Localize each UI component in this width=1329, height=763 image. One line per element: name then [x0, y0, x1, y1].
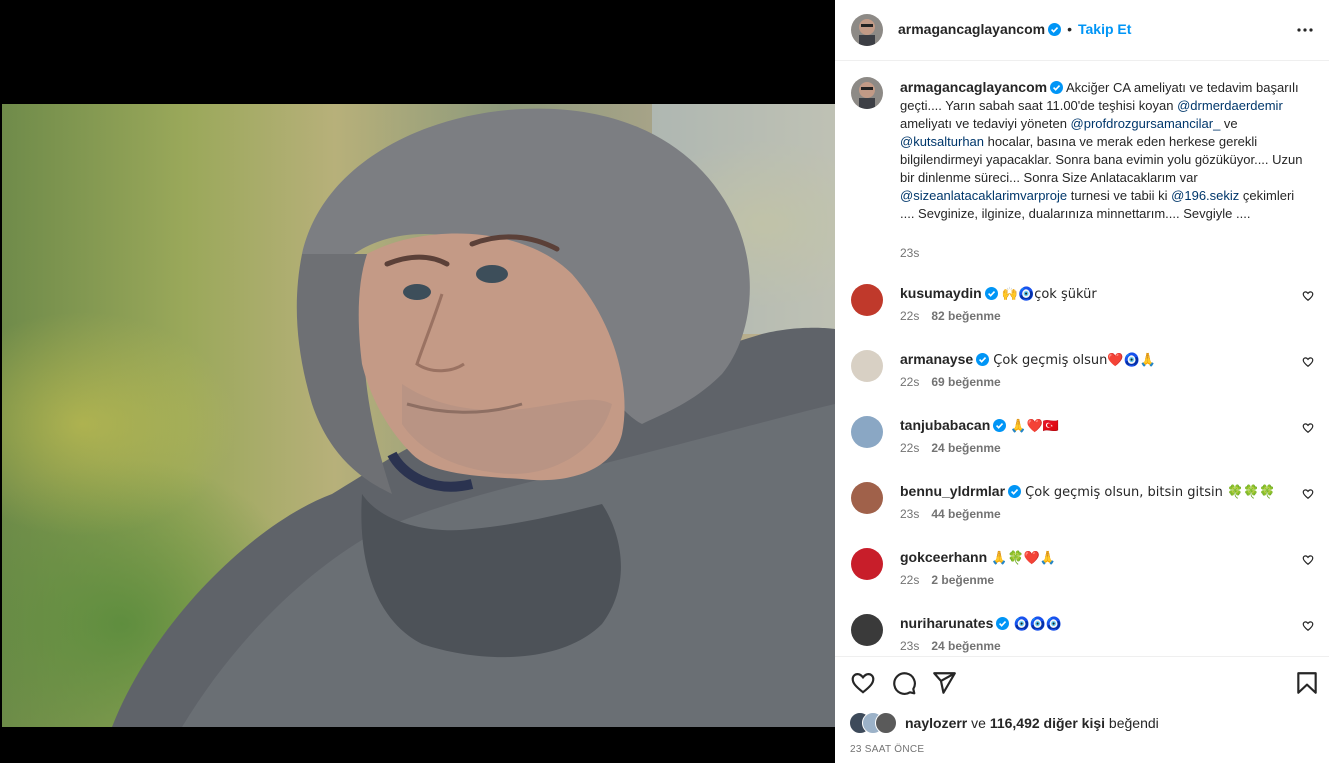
comment-text: 🙌🧿çok şükür	[997, 287, 1097, 302]
verified-badge-icon	[976, 353, 990, 366]
caption-mention-link[interactable]: @kutsalturhan	[900, 134, 984, 149]
comment-likes-count[interactable]: 24 beğenme	[931, 441, 1000, 455]
comment-like-heart-icon[interactable]	[1302, 620, 1314, 632]
verified-badge-icon	[984, 287, 998, 300]
commenter-username[interactable]: nuriharunates	[900, 615, 993, 631]
post-actions-bar	[835, 670, 1329, 698]
comment-likes-count[interactable]: 2 beğenme	[931, 573, 994, 587]
post-caption: armagancaglayancom Akciğer CA ameliyatı …	[900, 78, 1310, 223]
follow-button[interactable]: Takip Et	[1078, 21, 1131, 37]
comment-time[interactable]: 23s	[900, 639, 919, 653]
comment-icon[interactable]	[891, 670, 917, 696]
comment-like-heart-icon[interactable]	[1302, 422, 1314, 434]
post-time-ago[interactable]: 23 SAAT ÖNCE	[850, 744, 924, 755]
comment-text: Çok geçmiş olsun, bitsin gitsin 🍀🍀🍀	[1021, 485, 1276, 500]
instagram-post-modal: armagancaglayancom • Takip Et armagancagla…	[0, 0, 1329, 763]
likes-count[interactable]: 116,492 diğer kişi	[990, 715, 1105, 731]
comment-time[interactable]: 22s	[900, 309, 919, 323]
comment-time[interactable]: 22s	[900, 441, 919, 455]
commenter-username[interactable]: bennu_yldrmlar	[900, 483, 1005, 499]
caption-mention-link[interactable]: @drmerdaerdemir	[1177, 98, 1283, 113]
caption-author-username[interactable]: armagancaglayancom	[900, 79, 1047, 95]
comment-row: tanjubabacan 🙏❤️🇹🇷 22s 24 beğenme	[835, 416, 1329, 482]
verified-badge-icon	[1048, 23, 1062, 36]
actions-divider	[835, 656, 1329, 657]
post-photo[interactable]	[2, 104, 835, 727]
like-heart-icon[interactable]	[850, 670, 876, 696]
comment-like-heart-icon[interactable]	[1302, 290, 1314, 302]
first-liker-username[interactable]: naylozerr	[905, 715, 967, 731]
verified-badge-icon	[1050, 81, 1064, 94]
comment-time[interactable]: 22s	[900, 573, 919, 587]
comment-text: Çok geçmiş olsun❤️🧿🙏	[989, 353, 1156, 368]
caption-time[interactable]: 23s	[900, 246, 919, 260]
photo-illustration	[112, 104, 835, 727]
comment-like-heart-icon[interactable]	[1302, 554, 1314, 566]
commenter-username[interactable]: armanayse	[900, 351, 973, 367]
caption-mention-link[interactable]: @196.sekiz	[1171, 188, 1239, 203]
verified-badge-icon	[996, 617, 1010, 630]
save-bookmark-icon[interactable]	[1294, 670, 1320, 696]
comment-row: nuriharunates 🧿🧿🧿 23s 24 beğenme	[835, 614, 1329, 656]
comments-scroll-area[interactable]: armagancaglayancom Akciğer CA ameliyatı …	[835, 61, 1329, 656]
commenter-avatar[interactable]	[851, 284, 883, 316]
commenter-username[interactable]: kusumaydin	[900, 285, 982, 301]
commenter-avatar[interactable]	[851, 548, 883, 580]
comment-like-heart-icon[interactable]	[1302, 488, 1314, 500]
caption-text-segment: ameliyatı ve tedaviyi yöneten	[900, 116, 1071, 131]
comment-likes-count[interactable]: 44 beğenme	[931, 507, 1000, 521]
comment-like-heart-icon[interactable]	[1302, 356, 1314, 368]
author-avatar[interactable]	[851, 14, 883, 46]
author-username[interactable]: armagancaglayancom	[898, 21, 1045, 37]
caption-author-avatar[interactable]	[851, 77, 883, 109]
comment-likes-count[interactable]: 69 beğenme	[931, 375, 1000, 389]
comment-row: kusumaydin 🙌🧿çok şükür 22s 82 beğenme	[835, 284, 1329, 350]
comment-row: armanayse Çok geçmiş olsun❤️🧿🙏 22s 69 beğe…	[835, 350, 1329, 416]
commenter-avatar[interactable]	[851, 416, 883, 448]
comment-row: bennu_yldrmlar Çok geçmiş olsun, bitsin …	[835, 482, 1329, 548]
verified-badge-icon	[993, 419, 1007, 432]
comment-likes-count[interactable]: 24 beğenme	[931, 639, 1000, 653]
commenter-avatar[interactable]	[851, 614, 883, 646]
caption-mention-link[interactable]: @profdrozgursamancilar_	[1071, 116, 1221, 131]
more-options-icon[interactable]	[1295, 20, 1315, 40]
commenter-avatar[interactable]	[851, 350, 883, 382]
comment-text: 🧿🧿🧿	[1009, 617, 1063, 632]
likes-joiner: ve	[967, 715, 990, 731]
likes-suffix: beğendi	[1105, 715, 1159, 731]
comment-likes-count[interactable]: 82 beğenme	[931, 309, 1000, 323]
caption-text-segment: turnesi ve tabii ki	[1067, 188, 1172, 203]
post-header: armagancaglayancom • Takip Et	[835, 0, 1329, 60]
comment-time[interactable]: 22s	[900, 375, 919, 389]
share-send-icon[interactable]	[931, 670, 957, 696]
comment-text: 🙏🍀❤️🙏	[987, 551, 1057, 566]
liker-avatars[interactable]	[849, 712, 909, 734]
comment-time[interactable]: 23s	[900, 507, 919, 521]
commenter-avatar[interactable]	[851, 482, 883, 514]
commenter-username[interactable]: tanjubabacan	[900, 417, 990, 433]
caption-text-segment: ve	[1220, 116, 1238, 131]
post-media-area	[0, 0, 835, 763]
caption-mention-link[interactable]: @sizeanlatacaklarimvarproje	[900, 188, 1067, 203]
comment-text: 🙏❤️🇹🇷	[1006, 419, 1059, 434]
liker-avatar	[875, 712, 897, 734]
separator-dot: •	[1067, 21, 1072, 37]
post-side-panel: armagancaglayancom • Takip Et armagancagla…	[835, 0, 1329, 763]
commenter-username[interactable]: gokceerhann	[900, 549, 987, 565]
verified-badge-icon	[1008, 485, 1022, 498]
caption-text: Akciğer CA ameliyatı ve tedavim başarılı…	[900, 80, 1303, 221]
comment-row: gokceerhann 🙏🍀❤️🙏 22s 2 beğenme	[835, 548, 1329, 614]
